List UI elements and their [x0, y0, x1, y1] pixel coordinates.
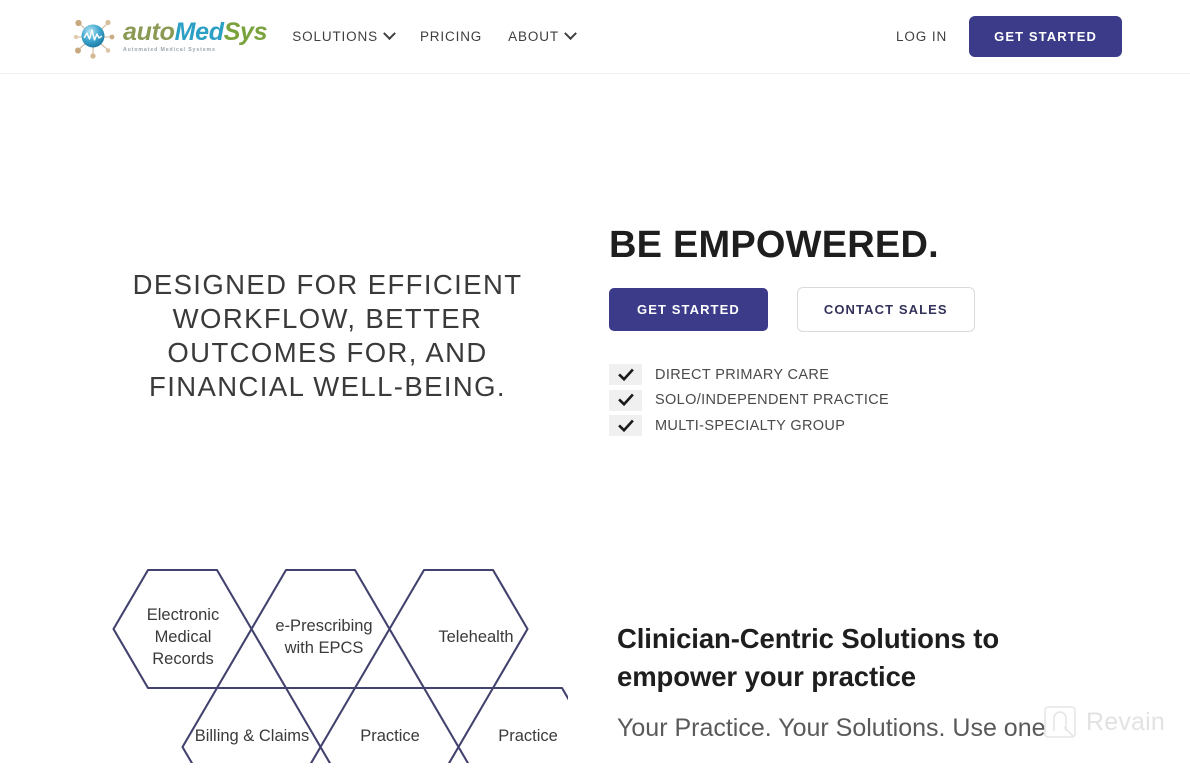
hero-left-block: DESIGNED FOR EFFICIENT WORKFLOW, BETTER …	[95, 268, 560, 404]
solutions-section: Clinician-Centric Solutions to empower y…	[617, 620, 1117, 746]
hexagon-emr	[112, 568, 253, 690]
checklist-item: MULTI-SPECIALTY GROUP	[609, 413, 1129, 439]
brand-name-part2: Med	[174, 18, 224, 46]
nav-label-about: ABOUT	[508, 29, 559, 44]
hero-right-block: BE EMPOWERED. GET STARTED CONTACT SALES …	[609, 222, 1129, 439]
checklist-item: SOLO/INDEPENDENT PRACTICE	[609, 388, 1129, 414]
hero-title: BE EMPOWERED.	[609, 224, 939, 266]
header-actions: LOG IN GET STARTED	[896, 16, 1122, 57]
brand-name-part1: auto	[123, 18, 175, 46]
brand-logo[interactable]: autoMedSys Automated Medical Systems	[68, 9, 268, 65]
hexagon-telehealth	[388, 568, 529, 690]
brand-wordmark: autoMedSys	[123, 18, 268, 46]
checklist-item: DIRECT PRIMARY CARE	[609, 362, 1129, 388]
hero-get-started-button[interactable]: GET STARTED	[609, 288, 768, 331]
solutions-body: Your Practice. Your Solutions. Use one	[617, 714, 1046, 742]
chevron-down-icon	[564, 27, 577, 41]
brand-name-part3: Sys	[223, 18, 268, 46]
hexagon-billing	[181, 686, 322, 768]
solutions-hex-diagram: Electronic Medical Records e-Prescribing…	[78, 548, 598, 768]
nav-item-solutions[interactable]: SOLUTIONS	[292, 27, 396, 44]
hero-left-headline: DESIGNED FOR EFFICIENT WORKFLOW, BETTER …	[132, 269, 523, 402]
nav-item-about[interactable]: ABOUT	[508, 27, 577, 44]
nav-item-pricing[interactable]: PRICING	[420, 29, 482, 44]
solutions-title: Clinician-Centric Solutions to empower y…	[617, 623, 1000, 692]
brand-tagline: Automated Medical Systems	[123, 47, 216, 53]
nav-label-solutions: SOLUTIONS	[292, 29, 378, 44]
hexagon-practice-web	[457, 686, 598, 768]
hero-button-group: GET STARTED CONTACT SALES	[609, 287, 1129, 332]
checklist-label: SOLO/INDEPENDENT PRACTICE	[655, 392, 890, 409]
check-icon	[609, 364, 642, 386]
site-header: autoMedSys Automated Medical Systems SOL…	[0, 0, 1190, 74]
nav-label-pricing: PRICING	[419, 29, 483, 44]
hex-grid-svg	[112, 568, 598, 768]
checklist-label: DIRECT PRIMARY CARE	[655, 366, 830, 383]
checklist-label: MULTI-SPECIALTY GROUP	[655, 417, 846, 434]
hexagon-practice-mgmt	[319, 686, 460, 768]
header-get-started-button[interactable]: GET STARTED	[969, 16, 1122, 57]
login-link[interactable]: LOG IN	[896, 29, 947, 44]
hero-contact-sales-button[interactable]: CONTACT SALES	[796, 287, 975, 332]
globe-network-icon	[68, 12, 118, 62]
chevron-down-icon	[383, 27, 396, 41]
check-icon	[609, 415, 642, 437]
check-icon	[609, 389, 642, 411]
hero-checklist: DIRECT PRIMARY CARE SOLO/INDEPENDENT PRA…	[609, 362, 1129, 439]
main-navigation: SOLUTIONS PRICING ABOUT	[292, 27, 577, 44]
hexagon-eprescribing	[250, 568, 391, 690]
